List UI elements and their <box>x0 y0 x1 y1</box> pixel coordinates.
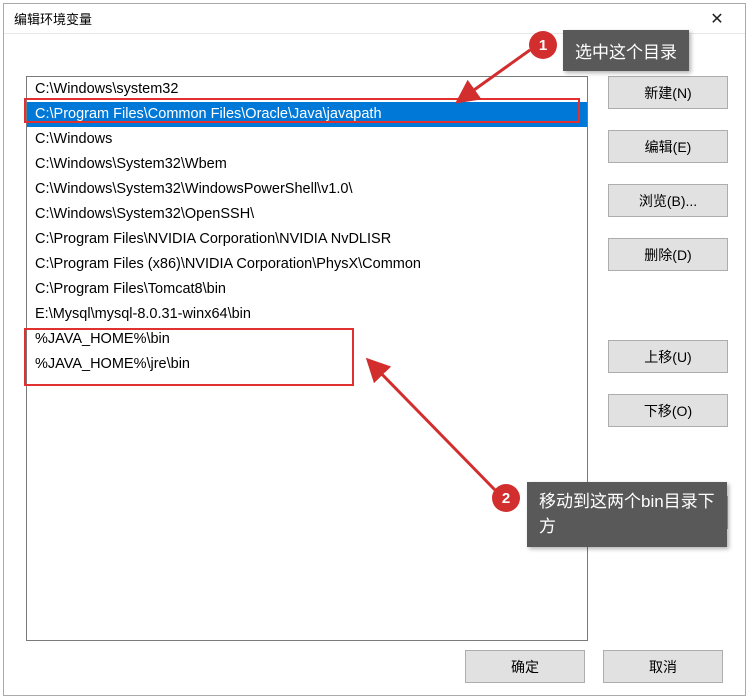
path-list-item[interactable]: C:\Program Files\NVIDIA Corporation\NVID… <box>27 227 587 252</box>
path-list-item[interactable]: C:\Windows\system32 <box>27 77 587 102</box>
bottom-bar: 确定 取消 <box>465 650 723 683</box>
path-list-item[interactable]: C:\Program Files (x86)\NVIDIA Corporatio… <box>27 252 587 277</box>
content-area: C:\Windows\system32C:\Program Files\Comm… <box>26 76 723 635</box>
window-title: 编辑环境变量 <box>14 9 92 28</box>
delete-button[interactable]: 删除(D) <box>608 238 728 271</box>
button-column: 新建(N) 编辑(E) 浏览(B)... 删除(D) 上移(U) 下移(O) 编… <box>608 76 740 550</box>
path-list-item[interactable]: %JAVA_HOME%\bin <box>27 327 587 352</box>
annotation-callout-2: 移动到这两个bin目录下方 <box>527 482 727 547</box>
close-button[interactable]: ✕ <box>697 5 737 33</box>
annotation-badge-1: 1 <box>529 31 557 59</box>
path-list-item[interactable]: C:\Windows\System32\Wbem <box>27 152 587 177</box>
ok-button[interactable]: 确定 <box>465 650 585 683</box>
cancel-button[interactable]: 取消 <box>603 650 723 683</box>
move-down-button[interactable]: 下移(O) <box>608 394 728 427</box>
path-list-item[interactable]: E:\Mysql\mysql-8.0.31-winx64\bin <box>27 302 587 327</box>
path-list-item[interactable]: C:\Program Files\Common Files\Oracle\Jav… <box>27 102 587 127</box>
dialog-window: 编辑环境变量 ✕ C:\Windows\system32C:\Program F… <box>3 3 746 696</box>
edit-button[interactable]: 编辑(E) <box>608 130 728 163</box>
annotation-text-2: 移动到这两个bin目录下方 <box>539 490 715 539</box>
new-button[interactable]: 新建(N) <box>608 76 728 109</box>
path-list-item[interactable]: C:\Windows\System32\OpenSSH\ <box>27 202 587 227</box>
annotation-badge-2: 2 <box>492 484 520 512</box>
path-list-item[interactable]: C:\Windows <box>27 127 587 152</box>
close-icon: ✕ <box>710 9 723 29</box>
browse-button[interactable]: 浏览(B)... <box>608 184 728 217</box>
path-list-item[interactable]: C:\Program Files\Tomcat8\bin <box>27 277 587 302</box>
path-list-item[interactable]: %JAVA_HOME%\jre\bin <box>27 352 587 377</box>
annotation-callout-1: 选中这个目录 <box>563 30 689 71</box>
annotation-text-1: 选中这个目录 <box>575 38 677 63</box>
move-up-button[interactable]: 上移(U) <box>608 340 728 373</box>
path-listbox[interactable]: C:\Windows\system32C:\Program Files\Comm… <box>26 76 588 641</box>
path-list-item[interactable]: C:\Windows\System32\WindowsPowerShell\v1… <box>27 177 587 202</box>
